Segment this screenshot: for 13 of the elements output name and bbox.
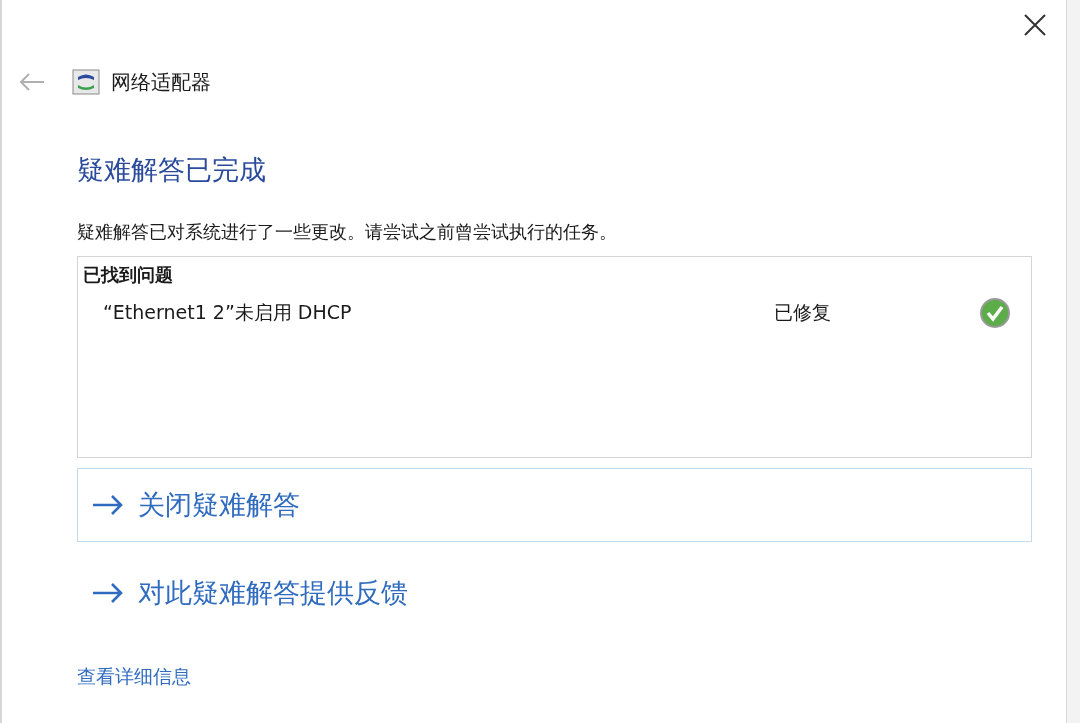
close-icon[interactable] — [1022, 12, 1048, 38]
page-heading: 疑难解答已完成 — [77, 153, 267, 187]
window-title: 网络适配器 — [111, 68, 211, 96]
panel-header: 已找到问题 — [83, 263, 174, 287]
network-adapter-icon — [72, 69, 100, 95]
details-link[interactable]: 查看详细信息 — [77, 664, 191, 690]
problem-name: “Ethernet1 2”未启用 DHCP — [103, 300, 353, 325]
arrow-icon — [92, 582, 124, 604]
command-link[interactable]: 对此疑难解答提供反馈 — [77, 556, 1032, 630]
arrow-icon — [92, 494, 124, 516]
problem-status: 已修复 — [774, 300, 832, 325]
command-link[interactable]: 关闭疑难解答 — [77, 468, 1032, 542]
description-text: 疑难解答已对系统进行了一些更改。请尝试之前曾尝试执行的任务。 — [77, 220, 618, 244]
